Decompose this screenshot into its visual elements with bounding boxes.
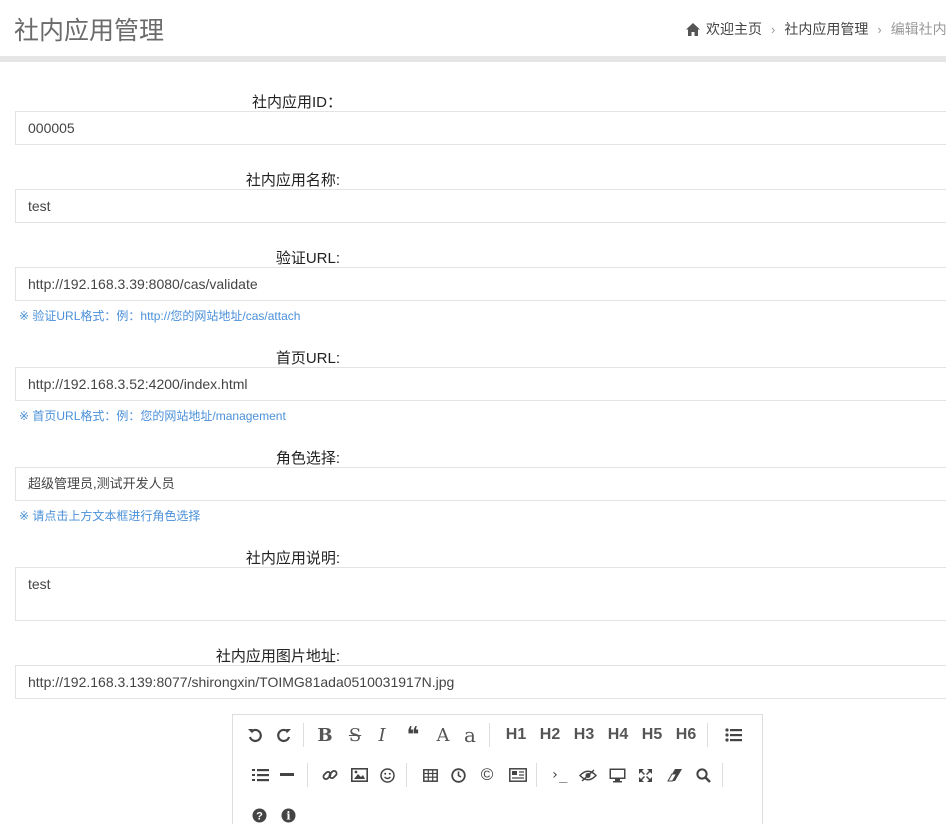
home-url-help: ※ 首页URL格式：例：您的网站地址/management [19,409,286,423]
role-label: 角色选择: [275,450,340,467]
image-url-label: 社内应用图片地址: [215,648,340,665]
validate-url-label: 验证URL: [275,250,340,267]
breadcrumb-current: 编辑社内 [890,21,946,37]
redo-icon[interactable] [271,723,297,747]
datetime-icon[interactable] [445,763,471,787]
clear-icon[interactable] [661,763,687,787]
breadcrumb-home[interactable]: 欢迎主页 [706,19,762,39]
image-url-field[interactable]: http://192.168.3.139:8077/shirongxin/TOI… [15,665,946,699]
italic-icon[interactable]: I [369,723,395,747]
app-id-label: 社内应用ID： [251,94,342,111]
chevron-right-icon: › [771,21,776,37]
code-icon[interactable]: ›_ [546,763,572,787]
app-name-label: 社内应用名称: [245,172,340,189]
table-icon[interactable] [417,763,443,787]
uppercase-icon[interactable]: A [430,723,456,747]
breadcrumb: 欢迎主页 › 社内应用管理 › 编辑社内 [686,19,946,39]
ordered-list-icon[interactable] [247,763,273,787]
app-id-field[interactable]: 000005 [15,111,946,145]
description-label: 社内应用说明: [245,550,340,567]
image-icon[interactable] [346,763,372,787]
role-help: ※ 请点击上方文本框进行角色选择 [19,509,201,523]
unordered-list-icon[interactable] [720,723,746,747]
editor-toolbar: B S I ❝ A a H1 H2 H3 H4 H5 H6 © ›_ ? i [232,714,763,824]
h2-icon[interactable]: H2 [535,723,565,747]
quote-icon[interactable]: ❝ [400,722,426,747]
description-textarea[interactable]: test [15,567,946,621]
toolbar-divider [489,723,490,747]
validate-url-field[interactable]: http://192.168.3.39:8080/cas/validate [15,267,946,301]
search-icon[interactable] [690,763,716,787]
toolbar-divider [722,763,723,787]
info-icon[interactable]: i [275,803,301,824]
svg-text:?: ? [256,810,263,822]
horizontal-rule-icon[interactable] [274,763,300,787]
undo-icon[interactable] [242,723,268,747]
app-name-field[interactable]: test [15,189,946,223]
header-divider [0,56,946,62]
breadcrumb-app-management[interactable]: 社内应用管理 [784,19,868,39]
preview-icon[interactable] [575,763,601,787]
h6-icon[interactable]: H6 [671,723,701,747]
h3-icon[interactable]: H3 [569,723,599,747]
bold-icon[interactable]: B [312,723,338,747]
watch-icon[interactable] [604,763,630,787]
toolbar-divider [536,763,537,787]
chevron-right-icon: › [877,21,882,37]
toolbar-divider [307,763,308,787]
role-field[interactable]: 超级管理员,测试开发人员 [15,467,946,501]
help-icon[interactable]: ? [246,803,272,824]
emoji-icon[interactable] [374,763,400,787]
toolbar-divider [406,763,407,787]
svg-text:i: i [286,809,290,822]
strikethrough-icon[interactable]: S [342,723,368,747]
home-icon [686,22,700,36]
page-header: 社内应用管理 欢迎主页 › 社内应用管理 › 编辑社内 [0,0,946,56]
h1-icon[interactable]: H1 [501,723,531,747]
home-url-label: 首页URL: [275,350,340,367]
copyright-icon[interactable]: © [474,763,500,787]
toolbar-divider [707,723,708,747]
h5-icon[interactable]: H5 [637,723,667,747]
validate-url-help: ※ 验证URL格式：例：http://您的网站地址/cas/attach [19,309,301,323]
fullscreen-icon[interactable] [632,763,658,787]
pagebreak-icon[interactable] [505,763,531,787]
lowercase-icon[interactable]: a [457,723,483,747]
link-icon[interactable] [317,763,343,787]
page-title: 社内应用管理 [14,17,165,45]
h4-icon[interactable]: H4 [603,723,633,747]
home-url-field[interactable]: http://192.168.3.52:4200/index.html [15,367,946,401]
toolbar-divider [303,723,304,747]
